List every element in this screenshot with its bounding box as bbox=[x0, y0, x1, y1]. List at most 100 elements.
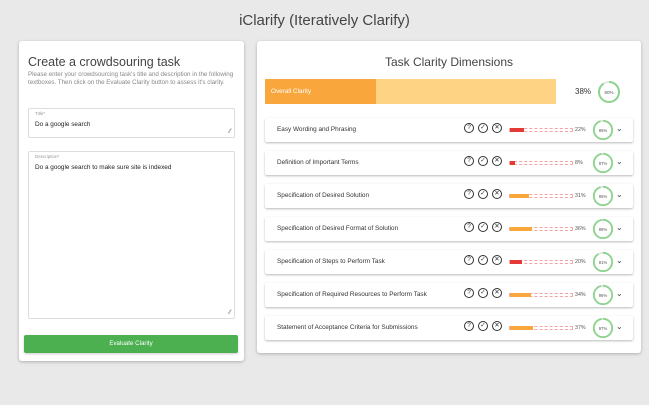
task-form-heading: Create a crowdsouring task bbox=[28, 55, 181, 69]
chevron-down-icon[interactable]: ⌄ bbox=[616, 124, 623, 133]
chevron-down-icon[interactable]: ⌄ bbox=[616, 223, 623, 232]
dimension-confidence-circle: 97% bbox=[592, 152, 614, 179]
app-title: iClarify (Iteratively Clarify) bbox=[239, 12, 410, 29]
task-form-instructions: Please enter your crowdsourcing task's t… bbox=[28, 71, 234, 86]
cancel-circle-icon[interactable]: ✕ bbox=[492, 156, 502, 166]
dimension-confidence-text: 95% bbox=[599, 128, 608, 133]
chevron-down-icon[interactable]: ⌄ bbox=[616, 190, 623, 199]
dimension-row[interactable]: Definition of Important Terms? ✓ ✕ 8% 97% ⌄ bbox=[265, 151, 633, 175]
check-circle-icon[interactable]: ✓ bbox=[478, 222, 488, 232]
dimension-score-fill bbox=[510, 194, 530, 198]
cancel-circle-icon[interactable]: ✕ bbox=[492, 123, 502, 133]
dimension-row[interactable]: Specification of Desired Solution? ✓ ✕ 31% 9… bbox=[265, 184, 633, 208]
dimension-confidence-text: 91% bbox=[599, 260, 608, 265]
description-field-value[interactable]: Do a google search to make sure site is … bbox=[35, 164, 225, 171]
dimension-confidence-circle: 91% bbox=[592, 251, 614, 278]
resize-grip-icon[interactable]: ⁄⁄ bbox=[229, 129, 231, 135]
description-field-label: Description* bbox=[35, 154, 60, 159]
dimension-confidence-text: 95% bbox=[599, 194, 608, 199]
dimension-confidence-text: 97% bbox=[599, 161, 608, 166]
dimension-confidence-circle: 97% bbox=[592, 317, 614, 344]
dimension-name: Specification of Steps to Perform Task bbox=[277, 258, 385, 265]
chevron-down-icon[interactable]: ⌄ bbox=[616, 157, 623, 166]
dimension-score-bar bbox=[509, 260, 573, 264]
help-icon[interactable]: ? bbox=[464, 288, 474, 298]
dimension-name: Definition of Important Terms bbox=[277, 159, 359, 166]
dimension-score-fill bbox=[510, 227, 533, 231]
dimension-score-fill bbox=[510, 293, 532, 297]
dimension-confidence-text: 98% bbox=[599, 227, 608, 232]
dimension-score-bar bbox=[509, 227, 573, 231]
overall-confidence-circle: 90% bbox=[597, 80, 621, 109]
help-icon[interactable]: ? bbox=[464, 222, 474, 232]
dimensions-heading: Task Clarity Dimensions bbox=[384, 55, 514, 69]
check-circle-icon[interactable]: ✓ bbox=[478, 156, 488, 166]
overall-confidence-text: 90% bbox=[604, 90, 613, 95]
dimension-name: Easy Wording and Phrasing bbox=[277, 126, 357, 133]
title-field[interactable]: Title* Do a google search ⁄⁄ bbox=[28, 108, 235, 138]
dimension-score-bar bbox=[509, 128, 573, 132]
dimension-percent: 8% bbox=[575, 160, 583, 166]
dimension-percent: 34% bbox=[575, 292, 586, 298]
dimension-score-bar bbox=[509, 161, 573, 165]
check-circle-icon[interactable]: ✓ bbox=[478, 321, 488, 331]
dimension-score-fill bbox=[510, 128, 524, 132]
dimension-percent: 37% bbox=[575, 325, 586, 331]
chevron-down-icon[interactable]: ⌄ bbox=[616, 256, 623, 265]
help-icon[interactable]: ? bbox=[464, 156, 474, 166]
dimension-feedback-icons: ? ✓ ✕ bbox=[464, 321, 502, 331]
dimension-feedback-icons: ? ✓ ✕ bbox=[464, 222, 502, 232]
cancel-circle-icon[interactable]: ✕ bbox=[492, 222, 502, 232]
check-circle-icon[interactable]: ✓ bbox=[478, 123, 488, 133]
dimension-score-fill bbox=[510, 161, 515, 165]
dimension-confidence-circle: 95% bbox=[592, 185, 614, 212]
help-icon[interactable]: ? bbox=[464, 321, 474, 331]
dimension-row[interactable]: Specification of Steps to Perform Task? ✓… bbox=[265, 250, 633, 274]
help-icon[interactable]: ? bbox=[464, 123, 474, 133]
task-form-panel: Create a crowdsouring task Please enter … bbox=[19, 41, 244, 361]
cancel-circle-icon[interactable]: ✕ bbox=[492, 189, 502, 199]
description-field[interactable]: Description* Do a google search to make … bbox=[28, 151, 235, 319]
dimension-name: Specification of Desired Format of Solut… bbox=[277, 225, 399, 232]
dimension-feedback-icons: ? ✓ ✕ bbox=[464, 288, 502, 298]
dimension-score-bar bbox=[509, 326, 573, 330]
dimension-confidence-text: 96% bbox=[599, 293, 608, 298]
help-icon[interactable]: ? bbox=[464, 255, 474, 265]
dimension-score-fill bbox=[510, 326, 533, 330]
dimension-row[interactable]: Specification of Desired Format of Solut… bbox=[265, 217, 633, 241]
dimension-percent: 31% bbox=[575, 193, 586, 199]
dimension-percent: 22% bbox=[575, 127, 586, 133]
dimension-name: Specification of Required Resources to P… bbox=[277, 291, 427, 298]
dimension-feedback-icons: ? ✓ ✕ bbox=[464, 156, 502, 166]
dimension-confidence-circle: 96% bbox=[592, 284, 614, 311]
dimension-score-fill bbox=[510, 260, 523, 264]
chevron-down-icon[interactable]: ⌄ bbox=[616, 322, 623, 331]
dimension-confidence-circle: 95% bbox=[592, 119, 614, 146]
check-circle-icon[interactable]: ✓ bbox=[478, 255, 488, 265]
title-field-value[interactable]: Do a google search bbox=[35, 121, 225, 128]
dimensions-panel: Task Clarity Dimensions Overall Clarity … bbox=[257, 41, 641, 353]
dimension-feedback-icons: ? ✓ ✕ bbox=[464, 123, 502, 133]
title-field-label: Title* bbox=[35, 111, 46, 116]
cancel-circle-icon[interactable]: ✕ bbox=[492, 288, 502, 298]
overall-clarity-percent: 38% bbox=[575, 87, 592, 96]
dimension-name: Specification of Desired Solution bbox=[277, 192, 370, 199]
help-icon[interactable]: ? bbox=[464, 189, 474, 199]
dimension-feedback-icons: ? ✓ ✕ bbox=[464, 189, 502, 199]
dimension-row[interactable]: Specification of Required Resources to P… bbox=[265, 283, 633, 307]
cancel-circle-icon[interactable]: ✕ bbox=[492, 321, 502, 331]
dimension-confidence-circle: 98% bbox=[592, 218, 614, 245]
check-circle-icon[interactable]: ✓ bbox=[478, 189, 488, 199]
dimension-row[interactable]: Easy Wording and Phrasing? ✓ ✕ 22% 95% ⌄ bbox=[265, 118, 633, 142]
dimension-row[interactable]: Statement of Acceptance Criteria for Sub… bbox=[265, 316, 633, 340]
dimension-percent: 20% bbox=[575, 259, 586, 265]
dimension-score-bar bbox=[509, 194, 573, 198]
chevron-down-icon[interactable]: ⌄ bbox=[616, 289, 623, 298]
overall-clarity-bar: Overall Clarity bbox=[265, 79, 556, 104]
dimension-feedback-icons: ? ✓ ✕ bbox=[464, 255, 502, 265]
cancel-circle-icon[interactable]: ✕ bbox=[492, 255, 502, 265]
resize-grip-icon[interactable]: ⁄⁄ bbox=[229, 310, 231, 316]
check-circle-icon[interactable]: ✓ bbox=[478, 288, 488, 298]
evaluate-clarity-button[interactable]: Evaluate Clarity bbox=[24, 335, 238, 353]
dimension-name: Statement of Acceptance Criteria for Sub… bbox=[277, 324, 418, 331]
